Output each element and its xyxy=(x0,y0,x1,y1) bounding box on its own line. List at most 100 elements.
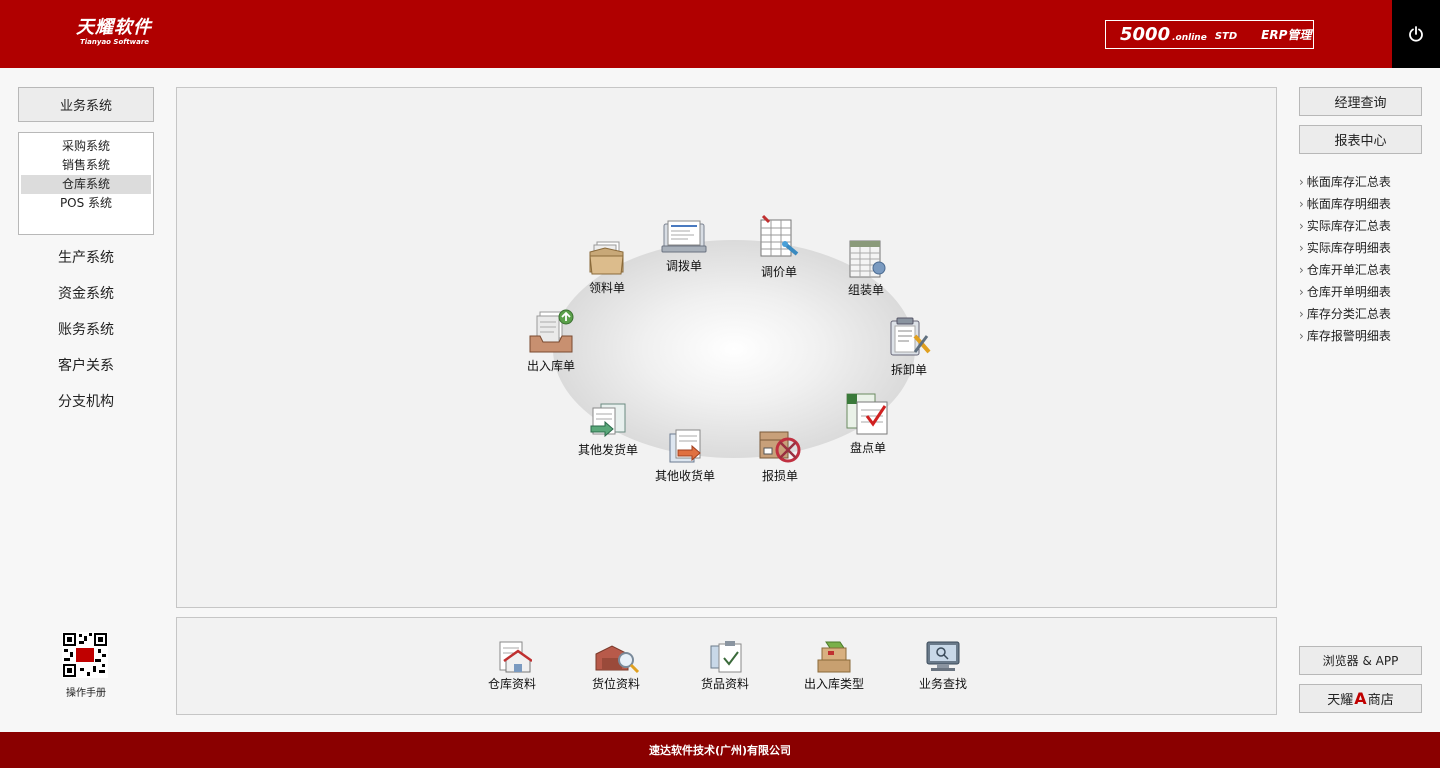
node-label: 领料单 xyxy=(588,281,625,295)
checklist-icon xyxy=(846,393,888,435)
node-transfer[interactable]: 调拨单 xyxy=(639,216,729,274)
footer-bar: 速达软件技术(广州)有限公司 xyxy=(0,732,1440,768)
edition-erp: ERP管理 xyxy=(1261,28,1312,42)
node-stocktaking[interactable]: 盘点单 xyxy=(823,390,913,456)
node-in-out-stock[interactable]: 出入库单 xyxy=(506,308,596,374)
shortcut-label: 货位资料 xyxy=(591,677,640,691)
price-sheet-icon xyxy=(760,214,799,257)
chevron-right-icon: › xyxy=(1299,285,1304,299)
warehouse-icon xyxy=(499,641,532,673)
product-checklist-icon xyxy=(710,641,742,673)
report-link[interactable]: › 帐面库存汇总表 xyxy=(1299,173,1391,190)
report-link-label: 仓库开单汇总表 xyxy=(1306,263,1391,277)
report-link-label: 帐面库存明细表 xyxy=(1306,197,1391,211)
report-link[interactable]: › 库存报警明细表 xyxy=(1299,327,1391,344)
chevron-right-icon: › xyxy=(1299,307,1304,321)
receipt-box-icon xyxy=(669,429,701,463)
report-link[interactable]: › 仓库开单汇总表 xyxy=(1299,261,1391,278)
edition-std: STD xyxy=(1214,30,1238,42)
store-letter-icon: A xyxy=(1354,689,1367,708)
nav-branch[interactable]: 分支机构 xyxy=(18,391,154,411)
manual-label[interactable]: 操作手册 xyxy=(40,684,132,699)
nav-finance[interactable]: 资金系统 xyxy=(18,283,154,303)
damage-box-icon xyxy=(759,431,801,463)
node-label: 调价单 xyxy=(760,265,797,279)
node-disassembly[interactable]: 拆卸单 xyxy=(864,316,954,378)
chevron-right-icon: › xyxy=(1299,241,1304,255)
submenu-purchase[interactable]: 采购系统 xyxy=(21,137,151,156)
node-label: 出入库单 xyxy=(526,359,575,373)
browser-app-button[interactable]: 浏览器 & APP xyxy=(1299,646,1422,675)
location-search-icon xyxy=(595,645,640,674)
shortcut-business-search[interactable]: 业务查找 xyxy=(898,640,988,692)
node-damage-report[interactable]: 报损单 xyxy=(735,426,825,484)
nav-accounting[interactable]: 账务系统 xyxy=(18,319,154,339)
report-center-button[interactable]: 报表中心 xyxy=(1299,125,1422,154)
manager-query-button[interactable]: 经理查询 xyxy=(1299,87,1422,116)
shortcut-warehouse-info[interactable]: 仓库资料 xyxy=(467,640,557,692)
shortcut-product-info[interactable]: 货品资料 xyxy=(680,640,770,692)
shortcut-label: 仓库资料 xyxy=(487,677,536,691)
shortcut-location-info[interactable]: 货位资料 xyxy=(571,640,661,692)
report-link-label: 仓库开单明细表 xyxy=(1306,285,1391,299)
node-label: 报损单 xyxy=(761,469,798,483)
edition-online: .online xyxy=(1172,32,1207,43)
shortcut-label: 货品资料 xyxy=(700,677,749,691)
top-header: 天耀软件 Tianyao Software 5000 .online STD E… xyxy=(0,0,1392,68)
transfer-document-icon xyxy=(661,220,707,253)
report-link[interactable]: › 库存分类汇总表 xyxy=(1299,305,1391,322)
shortcut-in-out-type[interactable]: 出入库类型 xyxy=(789,640,879,692)
edition-number: 5000 xyxy=(1120,24,1171,45)
report-link[interactable]: › 实际库存明细表 xyxy=(1299,239,1391,256)
node-label: 组装单 xyxy=(847,283,884,297)
nav-production[interactable]: 生产系统 xyxy=(18,247,154,267)
report-link-label: 实际库存明细表 xyxy=(1306,241,1391,255)
footer-company: 速达软件技术(广州)有限公司 xyxy=(648,744,792,757)
store-button[interactable]: 天耀 A 商店 xyxy=(1299,684,1422,713)
report-link[interactable]: › 实际库存汇总表 xyxy=(1299,217,1391,234)
submenu-pos[interactable]: POS 系统 xyxy=(21,194,151,213)
report-link[interactable]: › 帐面库存明细表 xyxy=(1299,195,1391,212)
logo-en: Tianyao Software xyxy=(80,38,150,46)
stacked-boxes-icon xyxy=(817,641,851,673)
store-suffix: 商店 xyxy=(1367,693,1394,708)
shortcut-label: 业务查找 xyxy=(918,677,967,691)
shortcut-label: 出入库类型 xyxy=(803,677,864,691)
assembly-sheet-icon xyxy=(849,240,886,278)
node-label: 调拨单 xyxy=(665,259,702,273)
chevron-right-icon: › xyxy=(1299,197,1304,211)
warehouse-flow-panel: 领料单 调拨单 调价单 组装单 出入库单 拆卸单 其他发货单 盘点单 其他收货单… xyxy=(176,87,1277,608)
store-prefix: 天耀 xyxy=(1327,693,1354,708)
logo-cn: 天耀软件 xyxy=(76,17,152,38)
chevron-right-icon: › xyxy=(1299,219,1304,233)
brand-logo: 天耀软件 Tianyao Software xyxy=(76,18,152,47)
nav-crm[interactable]: 客户关系 xyxy=(18,355,154,375)
qr-code-icon[interactable] xyxy=(62,632,108,678)
chevron-right-icon: › xyxy=(1299,263,1304,277)
submenu-warehouse[interactable]: 仓库系统 xyxy=(21,175,151,194)
submenu-sales[interactable]: 销售系统 xyxy=(21,156,151,175)
node-label: 拆卸单 xyxy=(890,363,927,377)
clipboard-tools-icon xyxy=(890,317,931,356)
edition-badge: 5000 .online STD ERP管理 xyxy=(1105,20,1314,49)
node-other-receipt[interactable]: 其他收货单 xyxy=(640,426,730,484)
node-label: 盘点单 xyxy=(849,441,886,455)
power-icon xyxy=(1409,26,1423,42)
node-assembly[interactable]: 组装单 xyxy=(821,238,911,298)
node-label: 其他收货单 xyxy=(654,469,715,483)
monitor-search-icon xyxy=(926,641,960,671)
report-link-label: 帐面库存汇总表 xyxy=(1306,175,1391,189)
inbox-tray-icon xyxy=(529,309,574,353)
business-submenu: 采购系统 销售系统 仓库系统 POS 系统 xyxy=(18,132,154,235)
chevron-right-icon: › xyxy=(1299,175,1304,189)
folder-icon xyxy=(589,241,624,275)
node-price-adjustment[interactable]: 调价单 xyxy=(734,214,824,280)
power-button[interactable] xyxy=(1392,0,1440,68)
bottom-shortcut-bar: 仓库资料 货位资料 货品资料 出入库类型 业务查找 xyxy=(176,617,1277,715)
report-link[interactable]: › 仓库开单明细表 xyxy=(1299,283,1391,300)
shipment-box-icon xyxy=(590,403,626,438)
report-link-label: 库存分类汇总表 xyxy=(1306,307,1391,321)
report-link-label: 实际库存汇总表 xyxy=(1306,219,1391,233)
business-system-button[interactable]: 业务系统 xyxy=(18,87,154,122)
report-link-label: 库存报警明细表 xyxy=(1306,329,1391,343)
